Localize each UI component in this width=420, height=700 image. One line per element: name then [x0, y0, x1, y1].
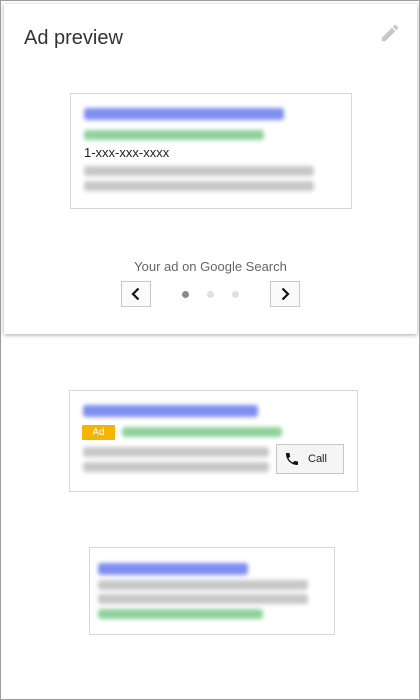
blurred-ad-description-2 [98, 594, 308, 604]
ad-preview-mobile-call: Ad Call [69, 390, 358, 492]
blurred-ad-description-1 [83, 447, 269, 457]
page-title: Ad preview [24, 27, 123, 49]
ad-preview-card: Ad preview 1-xxx-xxx-xxxx Your ad on Goo… [4, 4, 417, 334]
ad-phone-number: 1-xxx-xxx-xxxx [84, 145, 170, 160]
chevron-right-icon [281, 287, 290, 301]
next-button[interactable] [270, 281, 300, 307]
ad-badge: Ad [82, 425, 115, 440]
call-button-label: Call [308, 453, 327, 465]
previous-button[interactable] [121, 281, 151, 307]
carousel-dot-2[interactable] [207, 291, 214, 298]
phone-icon [286, 453, 298, 465]
blurred-ad-description-2 [83, 462, 269, 472]
blurred-ad-description-2 [84, 181, 314, 191]
chevron-left-icon [131, 287, 140, 301]
call-button[interactable]: Call [276, 444, 344, 474]
carousel-caption: Your ad on Google Search [134, 259, 287, 274]
blurred-ad-url [98, 609, 263, 619]
blurred-ad-description-1 [98, 580, 308, 590]
carousel-dot-3[interactable] [232, 291, 239, 298]
blurred-ad-url [122, 427, 282, 437]
blurred-ad-headline [84, 108, 284, 120]
blurred-ad-headline [98, 563, 248, 575]
pencil-icon[interactable] [379, 22, 401, 44]
blurred-ad-url [84, 130, 264, 140]
carousel-dot-1[interactable] [182, 291, 189, 298]
blurred-ad-headline [83, 405, 258, 417]
ad-preview-compact [89, 547, 335, 635]
blurred-ad-description-1 [84, 166, 314, 176]
ad-preview-search: 1-xxx-xxx-xxxx [70, 93, 352, 209]
